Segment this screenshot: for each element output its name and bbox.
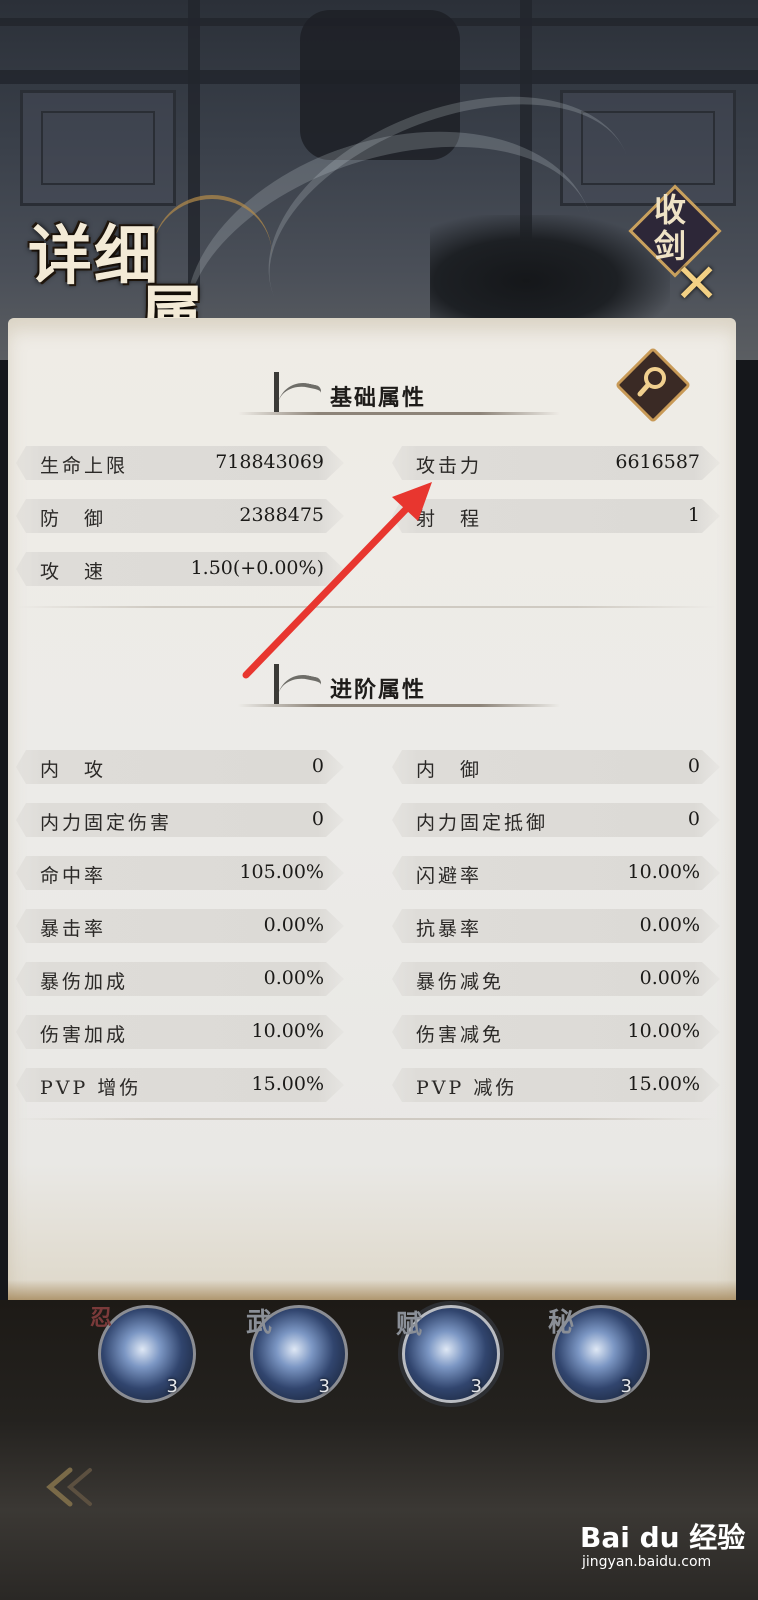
stat-row: 抗暴率 0.00% xyxy=(392,909,720,943)
stat-label: 攻击力 xyxy=(416,455,483,477)
stat-label: 内力固定抵御 xyxy=(416,812,549,834)
advanced-section-title: 进阶属性 xyxy=(330,677,427,703)
skill-level: 3 xyxy=(470,1376,482,1397)
section-divider xyxy=(16,606,716,608)
skill-level: 3 xyxy=(166,1376,178,1397)
stat-row: PVP 减伤 15.00% xyxy=(392,1068,720,1102)
skill-tag: 忍 xyxy=(90,1305,113,1331)
stat-label: 内 御 xyxy=(416,759,483,781)
stat-value: 15.00% xyxy=(251,1073,324,1095)
page-title: 详细 属性 xyxy=(22,195,272,446)
stat-row-hp: 生命上限 718843069 xyxy=(16,446,344,480)
stat-row: 内力固定伤害 0 xyxy=(16,803,344,837)
stat-label: 内 攻 xyxy=(40,759,107,781)
stat-value: 0.00% xyxy=(263,967,324,989)
stat-value: 1 xyxy=(687,504,700,526)
basic-section-title: 基础属性 xyxy=(330,385,427,411)
fan-ornament xyxy=(152,195,272,269)
stat-row: 暴伤加成 0.00% xyxy=(16,962,344,996)
stat-row: 内 御 0 xyxy=(392,750,720,784)
stat-row: 命中率 105.00% xyxy=(16,856,344,890)
stat-label: 暴伤减免 xyxy=(416,971,505,993)
stat-value: 0 xyxy=(311,808,324,830)
skill-tag: 赋 xyxy=(396,1310,423,1340)
stat-value: 105.00% xyxy=(239,861,324,883)
stat-row-range: 射 程 1 xyxy=(392,499,720,533)
close-icon: ✕ xyxy=(674,252,720,315)
stat-row: 暴伤减免 0.00% xyxy=(392,962,720,996)
stat-value: 0 xyxy=(687,808,700,830)
stat-row: 内力固定抵御 0 xyxy=(392,803,720,837)
stat-value: 10.00% xyxy=(627,1020,700,1042)
skill-slot-1[interactable]: 3 xyxy=(98,1305,196,1403)
skill-tag: 武 xyxy=(246,1308,273,1338)
stat-value: 6616587 xyxy=(615,451,700,473)
collapse-close-button[interactable]: 收剑 ✕ xyxy=(628,184,732,315)
stat-row: 伤害加成 10.00% xyxy=(16,1015,344,1049)
skill-level: 3 xyxy=(318,1376,330,1397)
section-underline xyxy=(238,704,560,707)
stat-label: PVP 减伤 xyxy=(416,1077,518,1099)
stat-label: 射 程 xyxy=(416,508,483,530)
stat-label: 伤害加成 xyxy=(40,1024,129,1046)
magnifier-icon xyxy=(637,367,666,397)
stat-label: 内力固定伤害 xyxy=(40,812,173,834)
stat-row: 伤害减免 10.00% xyxy=(392,1015,720,1049)
stat-label: PVP 增伤 xyxy=(40,1077,142,1099)
baidu-watermark: Bai du 经验 jingyan.baidu.com xyxy=(580,1516,750,1576)
stat-value: 0 xyxy=(311,755,324,777)
stat-value: 718843069 xyxy=(215,451,324,473)
stat-label: 闪避率 xyxy=(416,865,483,887)
skill-level: 3 xyxy=(620,1376,632,1397)
stat-value: 0.00% xyxy=(263,914,324,936)
advanced-section-header: 进阶属性 xyxy=(8,660,736,720)
stat-row: PVP 增伤 15.00% xyxy=(16,1068,344,1102)
stat-row: 暴击率 0.00% xyxy=(16,909,344,943)
stat-value: 10.00% xyxy=(627,861,700,883)
stat-row: 闪避率 10.00% xyxy=(392,856,720,890)
stat-label: 暴伤加成 xyxy=(40,971,129,993)
skill-icon xyxy=(98,1305,196,1403)
stat-value: 1.50(+0.00%) xyxy=(190,557,324,579)
stat-value: 0 xyxy=(687,755,700,777)
watermark-main: Bai du 经验 xyxy=(580,1521,746,1554)
stat-label: 伤害减免 xyxy=(416,1024,505,1046)
stat-label: 暴击率 xyxy=(40,918,107,940)
stat-value: 0.00% xyxy=(639,914,700,936)
stat-row: 内 攻 0 xyxy=(16,750,344,784)
stat-row-defense: 防 御 2388475 xyxy=(16,499,344,533)
skill-tag: 秘 xyxy=(548,1308,575,1338)
stat-row-attack: 攻击力 6616587 xyxy=(392,446,720,480)
stat-label: 防 御 xyxy=(40,508,107,530)
stat-value: 0.00% xyxy=(639,967,700,989)
section-divider xyxy=(16,1118,716,1120)
stat-label: 命中率 xyxy=(40,865,107,887)
watermark-sub: jingyan.baidu.com xyxy=(582,1554,712,1570)
stat-value: 2388475 xyxy=(239,504,324,526)
back-arrow-icon[interactable] xyxy=(36,1462,106,1512)
stat-label: 抗暴率 xyxy=(416,918,483,940)
stat-value: 10.00% xyxy=(251,1020,324,1042)
stat-row-attack-speed: 攻 速 1.50(+0.00%) xyxy=(16,552,344,586)
stat-value: 15.00% xyxy=(627,1073,700,1095)
stat-label: 生命上限 xyxy=(40,455,129,477)
stat-label: 攻 速 xyxy=(40,561,107,583)
section-underline xyxy=(238,412,560,415)
